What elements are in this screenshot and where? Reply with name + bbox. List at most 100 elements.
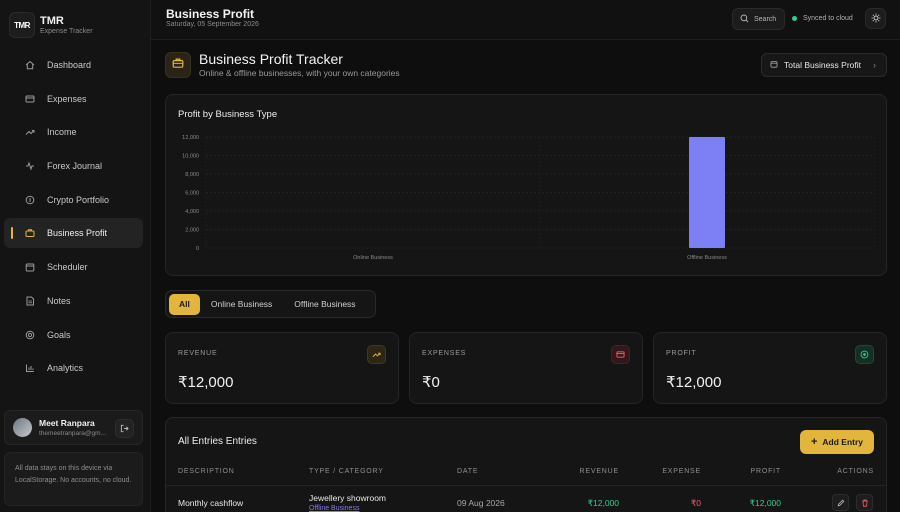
cell-date: 09 Aug 2026	[457, 498, 505, 508]
tab-all[interactable]: All	[169, 293, 200, 315]
topbar: Business Profit Saturday, 05 September 2…	[151, 0, 900, 40]
bar-chart-icon	[25, 363, 35, 373]
section-title: Business Profit Tracker	[199, 51, 343, 67]
sync-dot-icon	[792, 16, 797, 21]
avatar	[13, 418, 32, 437]
sidebar-item-label: Crypto Portfolio	[47, 194, 110, 205]
search-label: Search	[754, 15, 777, 23]
stat-value: ₹12,000	[178, 374, 234, 391]
entries-title: All Entries Entries	[178, 436, 257, 447]
sidebar-item-scheduler[interactable]: Scheduler	[4, 252, 143, 282]
sidebar-item-analytics[interactable]: Analytics	[4, 353, 143, 383]
profit-card: PROFIT ₹12,000	[653, 332, 887, 404]
add-entry-label: Add Entry	[822, 437, 864, 447]
theme-toggle-button[interactable]	[865, 8, 886, 29]
stat-label: PROFIT	[666, 350, 697, 357]
target-icon	[855, 345, 874, 364]
x-tick-label: Offline Business	[687, 255, 727, 261]
stat-label: EXPENSES	[422, 350, 467, 357]
briefcase-icon	[172, 56, 184, 74]
sidebar-item-crypto-portfolio[interactable]: Crypto Portfolio	[4, 185, 143, 215]
page-title: Business Profit	[166, 7, 255, 21]
y-tick-label: 10,000	[182, 154, 199, 160]
y-tick-label: 2,000	[185, 228, 199, 234]
cell-type: Jewellery showroom	[309, 493, 386, 503]
sidebar-item-label: Analytics	[47, 363, 84, 374]
sidebar-item-label: Business Profit	[47, 228, 108, 239]
user-card[interactable]: Meet Ranpara themeetranpara@gm...	[4, 410, 143, 445]
column-header-revenue: REVENUE	[579, 468, 619, 475]
column-header-date: DATE	[457, 468, 479, 475]
x-tick-label: Online Business	[353, 255, 393, 261]
storage-note: All data stays on this device via LocalS…	[4, 452, 143, 506]
sidebar-item-income[interactable]: Income	[4, 117, 143, 147]
search-button[interactable]: Search	[732, 8, 785, 30]
card-icon	[25, 94, 35, 104]
sidebar-item-forex-journal[interactable]: Forex Journal	[4, 151, 143, 181]
page-date: Saturday, 05 September 2026	[166, 21, 259, 28]
calendar-icon	[25, 262, 35, 272]
logout-icon	[120, 420, 129, 438]
delete-button[interactable]	[856, 494, 873, 511]
sidebar-item-dashboard[interactable]: Dashboard	[4, 50, 143, 80]
sidebar-item-goals[interactable]: Goals	[4, 320, 143, 350]
brand[interactable]: TMR TMR Expense Tracker	[9, 12, 93, 38]
calendar-icon	[770, 60, 778, 70]
cell-category: Offline Business	[309, 505, 360, 512]
sidebar-item-notes[interactable]: Notes	[4, 286, 143, 316]
revenue-card: REVENUE ₹12,000	[165, 332, 399, 404]
stat-value: ₹0	[422, 374, 440, 391]
user-name: Meet Ranpara	[39, 417, 95, 428]
pencil-icon	[837, 494, 845, 512]
search-icon	[740, 14, 754, 25]
user-email: themeetranpara@gm...	[39, 429, 106, 437]
tab-offline-business[interactable]: Offline Business	[283, 294, 366, 315]
sync-status: Synced to cloud	[792, 15, 853, 22]
briefcase-icon	[25, 228, 35, 238]
expenses-card: EXPENSES ₹0	[409, 332, 643, 404]
cell-profit: ₹12,000	[749, 498, 781, 508]
y-tick-label: 0	[196, 246, 199, 252]
column-header-type-category: TYPE / CATEGORY	[309, 468, 384, 475]
column-header-description: DESCRIPTION	[178, 468, 235, 475]
pulse-icon	[25, 161, 35, 171]
logout-button[interactable]	[115, 419, 134, 438]
target-icon	[25, 330, 35, 340]
profit-chart-card: Profit by Business Type 12,000 10,000 8,00…	[165, 94, 887, 276]
trash-icon	[861, 494, 869, 512]
sidebar-item-label: Goals	[47, 329, 71, 340]
total-button-label: Total Business Profit	[784, 60, 862, 70]
sidebar: TMR TMR Expense Tracker Dashboard Expens…	[0, 0, 151, 512]
cell-expense: ₹0	[690, 498, 701, 508]
sidebar-item-label: Dashboard	[47, 60, 92, 70]
edit-button[interactable]	[832, 494, 849, 511]
cell-description: Monthly cashflow	[178, 498, 244, 508]
sidebar-item-expenses[interactable]: Expenses	[4, 84, 143, 114]
column-header-profit: PROFIT	[750, 468, 781, 475]
y-tick-label: 6,000	[185, 191, 199, 197]
tab-online-business[interactable]: Online Business	[200, 294, 283, 315]
add-entry-button[interactable]: + Add Entry	[800, 430, 874, 454]
total-business-profit-button[interactable]: Total Business Profit ›	[761, 53, 887, 77]
note-icon	[25, 296, 35, 306]
sidebar-item-business-profit[interactable]: Business Profit	[4, 218, 143, 249]
chevron-right-icon: ›	[873, 60, 876, 70]
profit-chart: 12,000 10,000 8,000 6,000 4,000 2,000 0 Online …	[182, 135, 875, 261]
y-tick-label: 4,000	[185, 209, 199, 215]
sidebar-item-label: Income	[47, 127, 77, 138]
bar-offline-business	[689, 137, 725, 248]
trend-up-icon	[25, 127, 35, 137]
section-subtitle: Online & offline businesses, with your o…	[199, 68, 400, 78]
column-header-expense: EXPENSE	[662, 468, 701, 475]
entries-card: All Entries Entries + Add Entry DESCRIPT…	[165, 417, 887, 512]
stat-label: REVENUE	[178, 350, 218, 357]
sun-icon	[871, 10, 881, 28]
y-tick-label: 8,000	[185, 172, 199, 178]
sidebar-nav: Dashboard Expenses Income Forex Journal …	[4, 50, 143, 387]
sidebar-item-label: Scheduler	[47, 262, 88, 273]
sidebar-item-label: Notes	[47, 295, 71, 306]
sidebar-item-label: Expenses	[47, 93, 87, 104]
plus-icon: +	[810, 436, 818, 448]
trend-up-icon	[367, 345, 386, 364]
column-header-actions: ACTIONS	[837, 468, 874, 475]
